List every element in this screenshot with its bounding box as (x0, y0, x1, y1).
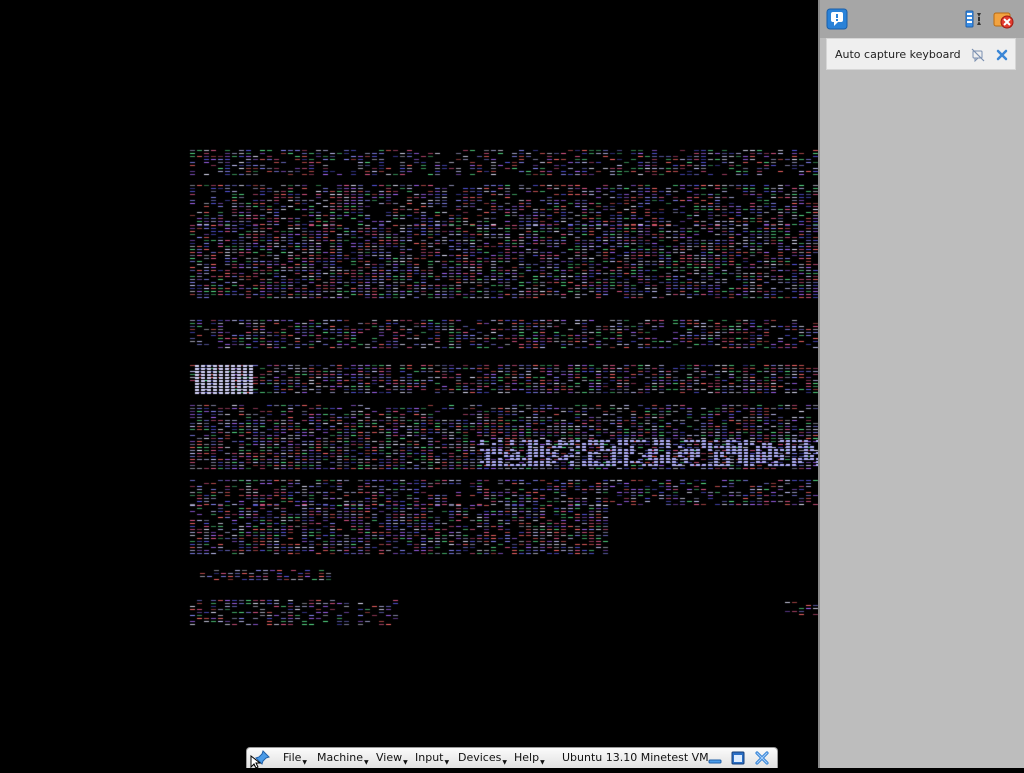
close-icon[interactable] (995, 47, 1009, 61)
notification-item: Auto capture keyboard ... (826, 38, 1016, 70)
menu-devices-label: Devices (458, 751, 502, 764)
menu-help[interactable]: Help▼ (514, 751, 545, 770)
dropdown-arrow-icon: ▼ (444, 759, 450, 766)
menu-devices[interactable]: Devices▼ (458, 751, 507, 770)
menu-view[interactable]: View▼ (376, 751, 408, 770)
notification-icon[interactable] (826, 8, 848, 30)
menu-help-label: Help (514, 751, 540, 764)
notification-toolbar (820, 0, 1024, 38)
dropdown-arrow-icon: ▼ (540, 759, 545, 766)
menu-file[interactable]: File▼ (283, 751, 307, 770)
dropdown-arrow-icon: ▼ (302, 759, 308, 766)
close-icon[interactable] (754, 750, 770, 766)
dont-show-again-icon[interactable] (971, 47, 985, 63)
menu-input[interactable]: Input▼ (415, 751, 449, 770)
notification-text: Auto capture keyboard ... (835, 48, 963, 61)
notification-panel: Auto capture keyboard ... (818, 0, 1024, 768)
dropdown-arrow-icon: ▼ (403, 759, 408, 766)
vm-title: Ubuntu 13.10 Minetest VM (562, 751, 709, 764)
collapse-all-icon[interactable] (964, 8, 986, 30)
dropdown-arrow-icon: ▼ (502, 759, 507, 766)
menu-machine[interactable]: Machine▼ (317, 751, 369, 770)
mini-toolbar: File▼ Machine▼ View▼ Input▼ Devices▼ Hel… (246, 747, 778, 768)
menu-view-label: View (376, 751, 403, 764)
dropdown-arrow-icon: ▼ (364, 759, 369, 766)
menu-input-label: Input (415, 751, 444, 764)
minimize-icon[interactable] (707, 750, 723, 766)
restore-icon[interactable] (730, 750, 746, 766)
menu-file-label: File (283, 751, 302, 764)
mouse-cursor-icon (250, 754, 262, 769)
menu-machine-label: Machine (317, 751, 364, 764)
close-all-icon[interactable] (992, 8, 1014, 30)
